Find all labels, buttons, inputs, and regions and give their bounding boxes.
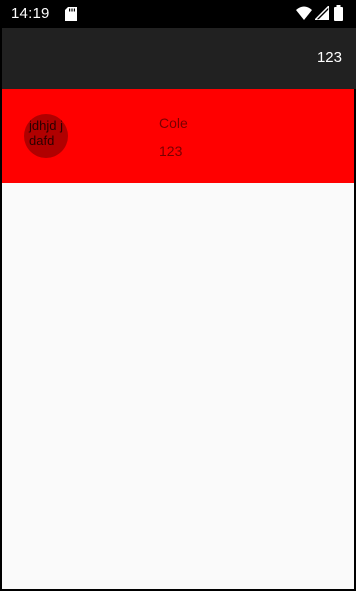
wifi-icon <box>296 6 312 20</box>
status-bar: 14:19 <box>0 0 356 28</box>
list-item[interactable]: jdhjd jdafd Cole 123 <box>2 89 354 183</box>
content-area: jdhjd jdafd Cole 123 <box>2 89 354 589</box>
list-item-name: Cole <box>159 115 188 131</box>
cell-signal-icon <box>315 6 329 20</box>
app-bar: 123 <box>2 28 356 89</box>
sd-card-icon <box>65 7 77 21</box>
battery-icon <box>334 5 343 21</box>
status-time: 14:19 <box>11 5 50 22</box>
app-bar-title: 123 <box>316 49 342 66</box>
list-item-subtitle: 123 <box>159 143 183 159</box>
avatar: jdhjd jdafd <box>24 114 68 158</box>
phone-screen: 14:19 123 jdhjd jdafd Cole 123 <box>0 0 356 591</box>
avatar-text: jdhjd jdafd <box>29 118 63 148</box>
